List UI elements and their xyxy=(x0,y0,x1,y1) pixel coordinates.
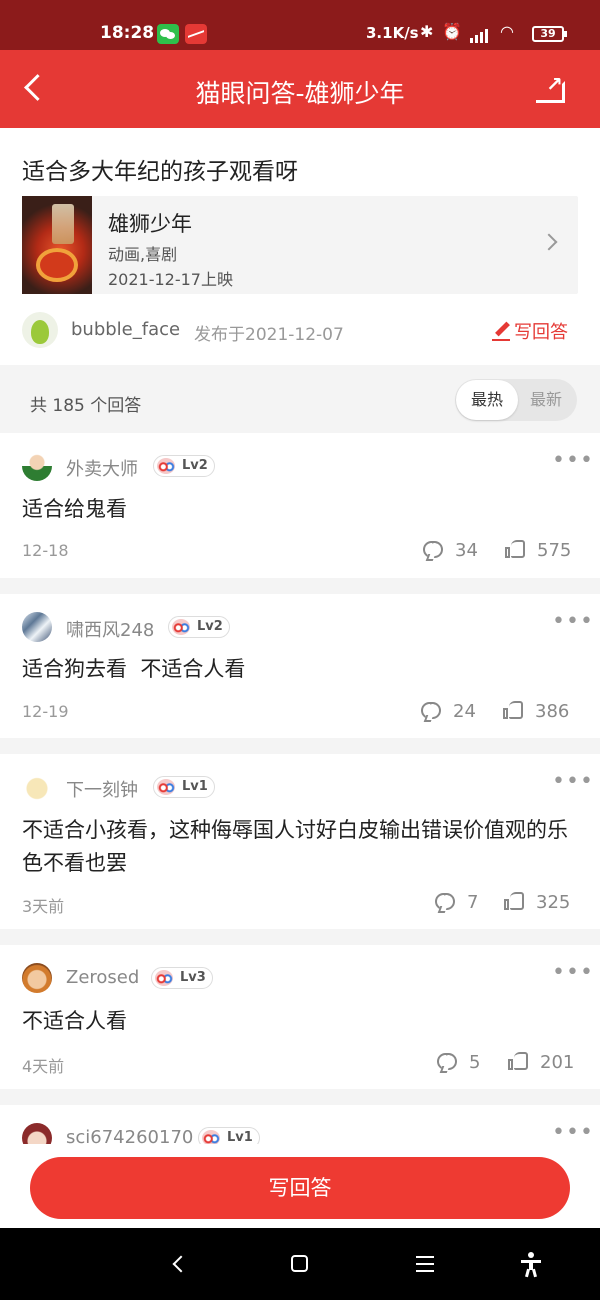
bluetooth-icon: ✱ xyxy=(420,22,434,41)
comment-icon xyxy=(437,1048,457,1070)
more-icon[interactable]: ••• xyxy=(552,771,594,793)
sort-toggle: 最热 最新 xyxy=(455,379,577,421)
comment-button[interactable]: 24 xyxy=(421,697,476,722)
level-badge: Lv2 xyxy=(168,616,230,638)
system-nav-bar xyxy=(0,1228,600,1300)
like-button[interactable]: 575 xyxy=(505,540,571,561)
comment-count: 5 xyxy=(469,1052,481,1073)
comment-count: 34 xyxy=(455,540,478,561)
write-answer-link[interactable]: 写回答 xyxy=(492,318,568,344)
answer-text: 不适合小孩看，这种侮辱国人讨好白皮输出错误价值观的乐色不看也罢 xyxy=(22,818,568,875)
user-avatar[interactable] xyxy=(22,451,52,481)
level-badge: Lv1 xyxy=(198,1127,260,1144)
write-answer-button[interactable]: 写回答 xyxy=(30,1157,570,1219)
level-badge: Lv2 xyxy=(153,455,215,477)
asker-avatar[interactable] xyxy=(22,312,58,348)
user-avatar[interactable] xyxy=(22,772,52,802)
page-title: 猫眼问答-雄狮少年 xyxy=(195,79,405,108)
answer-text: 适合给鬼看 xyxy=(22,497,127,521)
battery-icon: 39 xyxy=(532,26,567,42)
like-button[interactable]: 386 xyxy=(503,701,569,722)
like-button[interactable]: 201 xyxy=(508,1052,574,1073)
more-icon[interactable]: ••• xyxy=(552,962,594,984)
write-answer-label: 写回答 xyxy=(514,322,568,343)
alarm-icon: ⏰ xyxy=(442,22,462,41)
accessibility-icon[interactable] xyxy=(521,1252,541,1278)
level-badge: Lv3 xyxy=(151,967,213,989)
comment-icon xyxy=(435,888,455,910)
level-badge: Lv1 xyxy=(153,776,215,798)
signal-icon xyxy=(470,26,492,43)
sort-new-button[interactable]: 最新 xyxy=(515,380,577,420)
comment-icon xyxy=(421,697,441,719)
status-bar: 18:28 3.1K/s ✱ ⏰ ◠ 39 xyxy=(0,0,600,50)
user-avatar[interactable] xyxy=(22,963,52,993)
like-count: 386 xyxy=(535,701,570,722)
answer-count: 共 185 个回答 xyxy=(30,396,142,416)
asker-name[interactable]: bubble_face xyxy=(71,319,180,340)
like-button[interactable]: 325 xyxy=(504,892,570,913)
thumbs-up-icon xyxy=(505,540,525,558)
answer-user-name[interactable]: 外卖大师 xyxy=(66,455,138,481)
like-count: 575 xyxy=(537,540,572,561)
answer-item: 下一刻钟 Lv1 ••• 不适合小孩看，这种侮辱国人讨好白皮输出错误价值观的乐色… xyxy=(0,754,600,929)
stock-app-icon xyxy=(185,24,207,44)
answer-user-name[interactable]: Zerosed xyxy=(66,967,139,988)
answer-date: 4天前 xyxy=(22,1057,65,1076)
comment-button[interactable]: 5 xyxy=(437,1048,481,1073)
user-avatar[interactable] xyxy=(22,612,52,642)
answer-item: Zerosed Lv3 ••• 不适合人看 4天前 5 201 xyxy=(0,945,600,1089)
comment-button[interactable]: 34 xyxy=(423,536,478,561)
answer-text: 不适合人看 xyxy=(22,1009,127,1033)
user-avatar[interactable] xyxy=(22,1123,52,1144)
more-icon[interactable]: ••• xyxy=(552,611,594,633)
wifi-icon: ◠ xyxy=(500,22,514,41)
movie-card[interactable]: 雄狮少年 动画,喜剧 2021-12-17上映 xyxy=(22,196,578,294)
system-menu-icon[interactable] xyxy=(416,1256,434,1272)
answer-text: 适合狗去看 不适合人看 xyxy=(22,657,246,681)
chevron-right-icon xyxy=(540,233,558,251)
answer-item: sci674260170 Lv1 ••• xyxy=(0,1105,600,1144)
question-card: 适合多大年纪的孩子观看呀 雄狮少年 动画,喜剧 2021-12-17上映 bub… xyxy=(0,128,600,365)
header-bar: 猫眼问答-雄狮少年 ↗ xyxy=(0,50,600,128)
answer-date: 12-19 xyxy=(22,702,69,721)
answer-user-name[interactable]: 啸西风248 xyxy=(66,616,154,642)
comment-button[interactable]: 7 xyxy=(435,888,479,913)
answer-item: 啸西风248 Lv2 ••• 适合狗去看 不适合人看 12-19 24 386 xyxy=(0,594,600,738)
wechat-icon xyxy=(157,24,179,44)
share-icon[interactable]: ↗ xyxy=(534,72,568,106)
answer-user-name[interactable]: 下一刻钟 xyxy=(66,776,138,802)
comment-icon xyxy=(423,536,443,558)
question-title: 适合多大年纪的孩子观看呀 xyxy=(22,159,298,185)
like-count: 201 xyxy=(540,1052,575,1073)
movie-release-date: 2021-12-17上映 xyxy=(108,270,233,289)
answer-item: 外卖大师 Lv2 ••• 适合给鬼看 12-18 34 575 xyxy=(0,433,600,578)
movie-poster xyxy=(22,196,92,294)
status-time: 18:28 xyxy=(100,23,155,43)
movie-name: 雄狮少年 xyxy=(108,212,192,236)
like-count: 325 xyxy=(536,892,571,913)
more-icon[interactable]: ••• xyxy=(552,1122,594,1144)
more-icon[interactable]: ••• xyxy=(552,450,594,472)
sort-hot-button[interactable]: 最热 xyxy=(456,380,518,420)
network-speed: 3.1K/s xyxy=(366,24,419,42)
movie-genre: 动画,喜剧 xyxy=(108,245,178,264)
thumbs-up-icon xyxy=(503,701,523,719)
question-post-date: 发布于2021-12-07 xyxy=(194,325,344,345)
answer-date: 12-18 xyxy=(22,541,69,560)
answers-header: 共 185 个回答 最热 最新 xyxy=(0,365,600,433)
system-back-icon[interactable] xyxy=(170,1254,188,1274)
pencil-icon xyxy=(492,321,512,341)
bottom-bar: 写回答 xyxy=(0,1144,600,1228)
answer-user-name[interactable]: sci674260170 xyxy=(66,1127,193,1144)
system-home-icon[interactable] xyxy=(291,1255,308,1272)
comment-count: 24 xyxy=(453,701,476,722)
thumbs-up-icon xyxy=(508,1052,528,1070)
answer-date: 3天前 xyxy=(22,897,65,916)
thumbs-up-icon xyxy=(504,892,524,910)
comment-count: 7 xyxy=(467,892,479,913)
